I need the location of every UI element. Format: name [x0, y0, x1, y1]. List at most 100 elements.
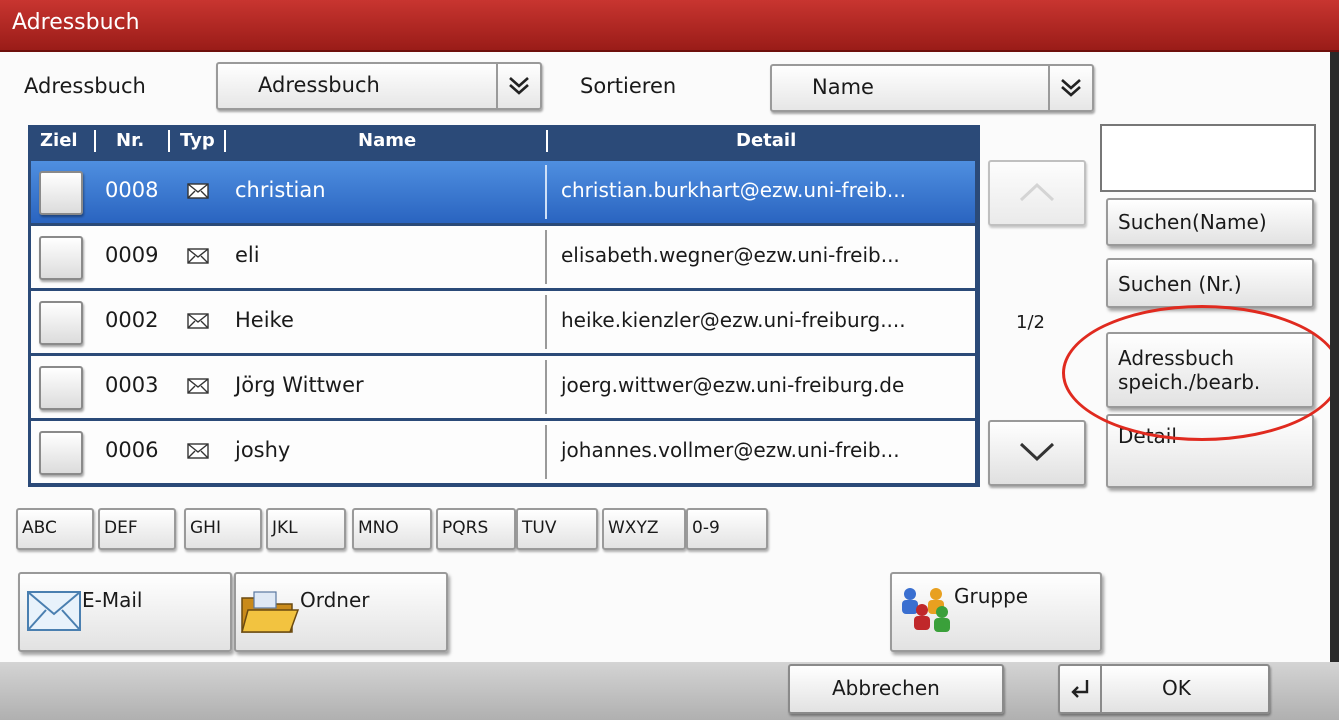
alpha-key-tuv[interactable]: TUV	[516, 508, 598, 550]
envelope-icon	[27, 591, 81, 631]
row-checkbox[interactable]	[39, 236, 83, 280]
row-checkbox[interactable]	[39, 171, 83, 215]
chevron-down-icon	[1019, 442, 1055, 462]
table-row[interactable]: 0009 eli elisabeth.wegner@ezw.uni-freib.…	[31, 226, 975, 288]
header-name: Name	[358, 130, 417, 151]
row-checkbox[interactable]	[39, 301, 83, 345]
annotation-circle	[1062, 305, 1339, 441]
alpha-key-label: ABC	[22, 518, 57, 538]
addressbook-dropdown[interactable]: Adressbuch	[216, 62, 542, 110]
screen-bezel	[1330, 52, 1339, 662]
scroll-down-button[interactable]	[988, 420, 1086, 486]
alpha-key-def[interactable]: DEF	[98, 508, 176, 550]
folder-button[interactable]: Ordner	[234, 572, 448, 652]
email-button[interactable]: E-Mail	[18, 572, 232, 652]
email-button-label: E-Mail	[82, 588, 143, 612]
screen: Adressbuch Adressbuch Adressbuch Sortier…	[0, 0, 1339, 720]
list-header: Ziel Nr. Typ Name Detail	[28, 125, 980, 157]
sort-dropdown[interactable]: Name	[770, 64, 1094, 112]
row-detail: heike.kienzler@ezw.uni-freiburg....	[561, 308, 906, 332]
row-name: Jörg Wittwer	[235, 373, 364, 397]
envelope-icon	[187, 443, 209, 463]
ok-button-label: OK	[1162, 676, 1191, 700]
search-number-label: Suchen (Nr.)	[1118, 272, 1242, 296]
chevron-down-icon	[1048, 66, 1092, 110]
group-button[interactable]: Gruppe	[890, 572, 1102, 652]
alpha-key-abc[interactable]: ABC	[16, 508, 94, 550]
alpha-key-label: PQRS	[442, 518, 489, 538]
header-divider	[546, 130, 548, 152]
alpha-key-digits[interactable]: 0-9	[686, 508, 768, 550]
header-detail: Detail	[736, 130, 797, 151]
row-detail: joerg.wittwer@ezw.uni-freiburg.de	[561, 373, 905, 397]
scroll-up-button[interactable]	[988, 160, 1086, 226]
table-row[interactable]: 0003 Jörg Wittwer joerg.wittwer@ezw.uni-…	[31, 356, 975, 418]
header-divider	[168, 130, 170, 152]
addressbook-dropdown-value: Adressbuch	[258, 73, 380, 97]
enter-icon	[1060, 666, 1102, 712]
alpha-key-label: GHI	[190, 518, 221, 538]
row-checkbox[interactable]	[39, 431, 83, 475]
envelope-icon	[187, 183, 209, 203]
envelope-icon	[187, 248, 209, 268]
cancel-button-label: Abbrechen	[832, 676, 940, 700]
window-title: Adressbuch	[12, 10, 140, 35]
header-ziel: Ziel	[40, 130, 78, 151]
row-number: 0003	[105, 373, 159, 397]
alpha-key-label: TUV	[522, 518, 557, 538]
row-checkbox[interactable]	[39, 366, 83, 410]
row-detail: elisabeth.wegner@ezw.uni-freib...	[561, 243, 900, 267]
header-divider	[94, 130, 96, 152]
column-divider	[545, 230, 547, 284]
column-divider	[545, 425, 547, 479]
search-number-button[interactable]: Suchen (Nr.)	[1106, 258, 1314, 308]
group-icon	[902, 588, 950, 632]
row-number: 0002	[105, 308, 159, 332]
chevron-up-icon	[1019, 182, 1055, 202]
row-name: christian	[235, 178, 326, 202]
row-name: eli	[235, 243, 260, 267]
row-number: 0009	[105, 243, 159, 267]
row-detail: christian.burkhart@ezw.uni-freib...	[561, 178, 906, 202]
alpha-key-pqrs[interactable]: PQRS	[436, 508, 516, 550]
alpha-key-label: MNO	[358, 518, 399, 538]
envelope-icon	[187, 378, 209, 398]
row-detail: johannes.vollmer@ezw.uni-freib...	[561, 438, 900, 462]
alpha-key-label: 0-9	[692, 518, 720, 538]
page-indicator: 1/2	[1016, 312, 1045, 333]
row-number: 0006	[105, 438, 159, 462]
envelope-icon	[187, 313, 209, 333]
column-divider	[545, 295, 547, 349]
address-list: Ziel Nr. Typ Name Detail 0008 christian …	[28, 125, 980, 487]
folder-button-label: Ordner	[300, 588, 370, 612]
chevron-down-icon	[496, 64, 540, 108]
folder-icon	[241, 591, 300, 633]
alpha-key-label: WXYZ	[608, 518, 659, 538]
search-field[interactable]	[1100, 124, 1316, 192]
sort-dropdown-value: Name	[812, 75, 874, 99]
cancel-button[interactable]: Abbrechen	[788, 664, 1004, 714]
table-row[interactable]: 0002 Heike heike.kienzler@ezw.uni-freibu…	[31, 291, 975, 353]
column-divider	[545, 165, 547, 219]
header-nr: Nr.	[116, 130, 145, 151]
alpha-key-jkl[interactable]: JKL	[266, 508, 346, 550]
header-divider	[224, 130, 226, 152]
alpha-key-ghi[interactable]: GHI	[184, 508, 262, 550]
title-bar: Adressbuch	[0, 0, 1339, 52]
row-number: 0008	[105, 178, 159, 202]
alpha-key-wxyz[interactable]: WXYZ	[602, 508, 686, 550]
sort-label: Sortieren	[580, 74, 677, 98]
search-name-button[interactable]: Suchen(Name)	[1106, 198, 1314, 246]
alpha-key-label: DEF	[104, 518, 138, 538]
search-name-label: Suchen(Name)	[1118, 210, 1267, 234]
row-name: joshy	[235, 438, 291, 462]
alpha-key-label: JKL	[272, 518, 298, 538]
table-row[interactable]: 0006 joshy johannes.vollmer@ezw.uni-frei…	[31, 421, 975, 483]
alpha-key-mno[interactable]: MNO	[352, 508, 432, 550]
ok-button[interactable]: OK	[1058, 664, 1270, 714]
table-row[interactable]: 0008 christian christian.burkhart@ezw.un…	[31, 161, 975, 223]
header-typ: Typ	[180, 130, 215, 151]
addressbook-label: Adressbuch	[24, 74, 146, 98]
column-divider	[545, 360, 547, 414]
group-button-label: Gruppe	[954, 584, 1029, 608]
